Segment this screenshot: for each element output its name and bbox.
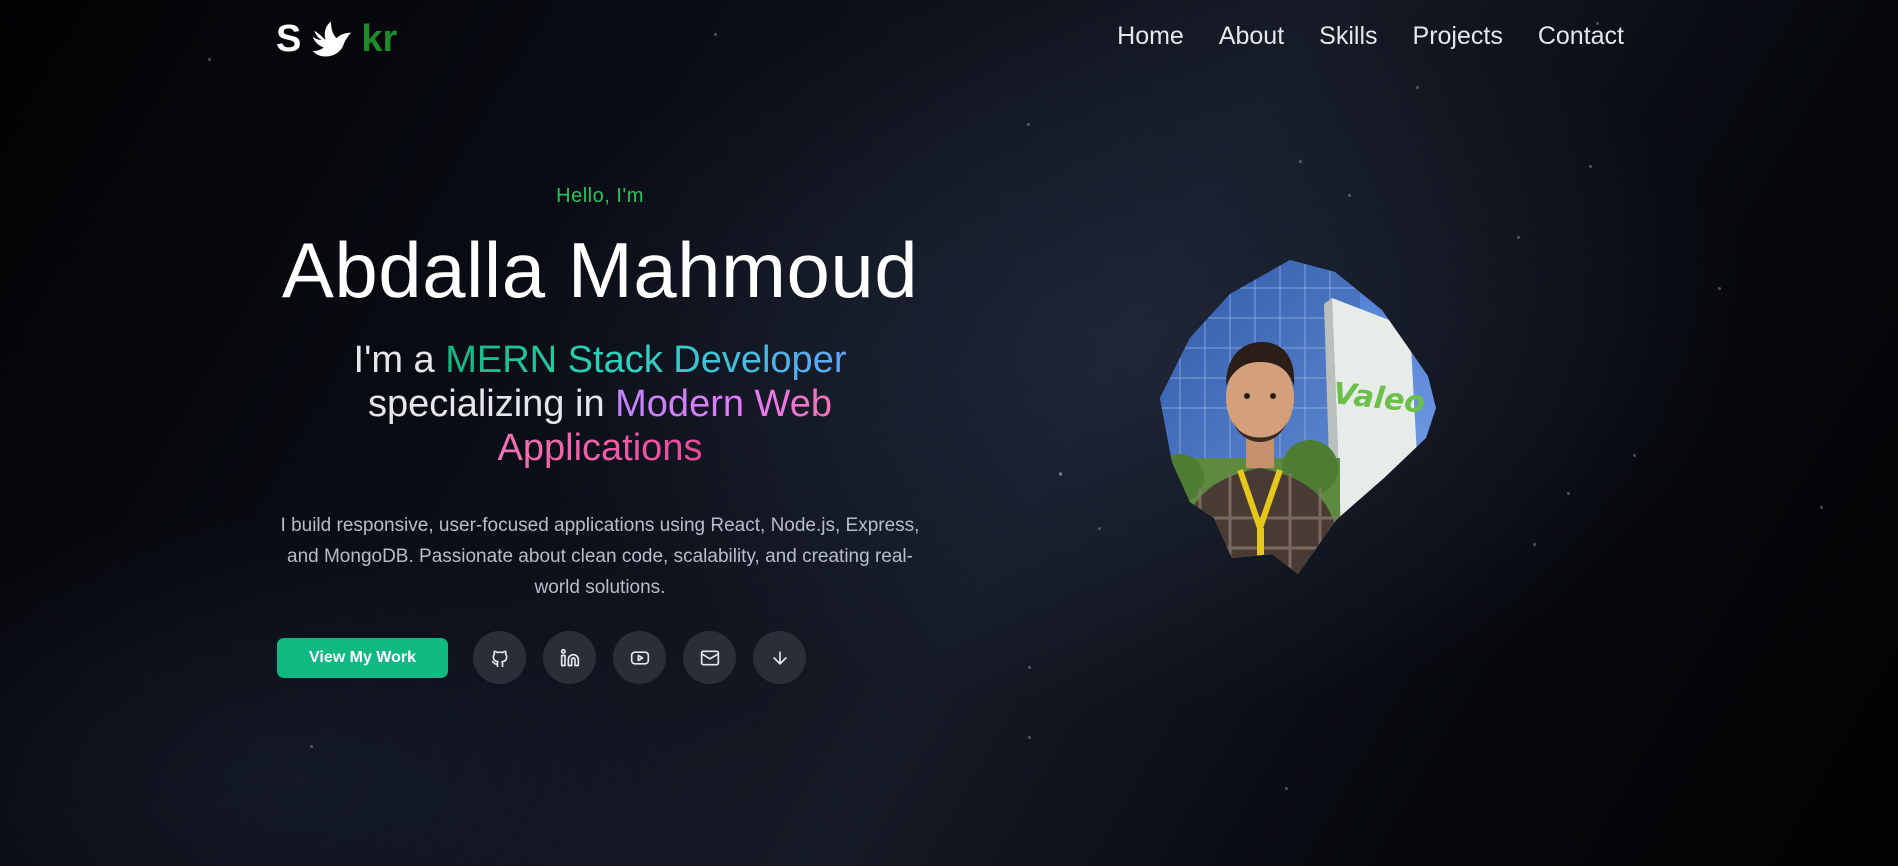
brand-logo[interactable]: S kr xyxy=(276,18,397,61)
brand-letters-right: kr xyxy=(361,18,398,60)
profile-photo: Valeo xyxy=(1160,258,1440,574)
youtube-button[interactable] xyxy=(613,631,666,684)
main-nav: Home About Skills Projects Contact xyxy=(1117,22,1624,51)
view-my-work-button[interactable]: View My Work xyxy=(277,637,448,678)
arrow-down-icon xyxy=(772,650,787,665)
tagline-middle: specializing in xyxy=(368,382,616,425)
hero-section: Hello, I'm Abdalla Mahmoud I'm a MERN St… xyxy=(276,185,924,603)
dove-icon xyxy=(309,19,353,61)
youtube-icon xyxy=(630,650,649,665)
email-button[interactable] xyxy=(683,631,736,684)
mail-icon xyxy=(700,650,719,665)
linkedin-icon xyxy=(560,648,579,666)
tagline-prefix: I'm a xyxy=(353,338,446,381)
hero-tagline: I'm a MERN Stack Developer specializing … xyxy=(340,338,860,470)
tagline-role: MERN Stack Developer xyxy=(445,338,847,381)
tagline-focus-2: Applications xyxy=(497,426,703,469)
hero-description: I build responsive, user-focused applica… xyxy=(280,514,920,598)
hero-name: Abdalla Mahmoud xyxy=(281,226,919,314)
github-icon xyxy=(491,650,507,667)
nav-item-projects[interactable]: Projects xyxy=(1413,22,1503,51)
download-button[interactable] xyxy=(753,631,806,684)
nav-item-skills[interactable]: Skills xyxy=(1319,22,1377,51)
greeting-text: Hello, I'm xyxy=(556,185,644,207)
github-button[interactable] xyxy=(473,631,526,684)
linkedin-button[interactable] xyxy=(543,631,596,684)
nav-item-contact[interactable]: Contact xyxy=(1538,22,1624,51)
nav-item-about[interactable]: About xyxy=(1219,22,1284,51)
brand-letter-left: S xyxy=(276,18,302,60)
nav-item-home[interactable]: Home xyxy=(1117,22,1184,51)
tagline-focus-1: Modern Web xyxy=(615,382,832,425)
site-header: S kr Home About Skills Projects Contact xyxy=(0,0,1898,82)
hero-actions: View My Work xyxy=(277,631,823,684)
